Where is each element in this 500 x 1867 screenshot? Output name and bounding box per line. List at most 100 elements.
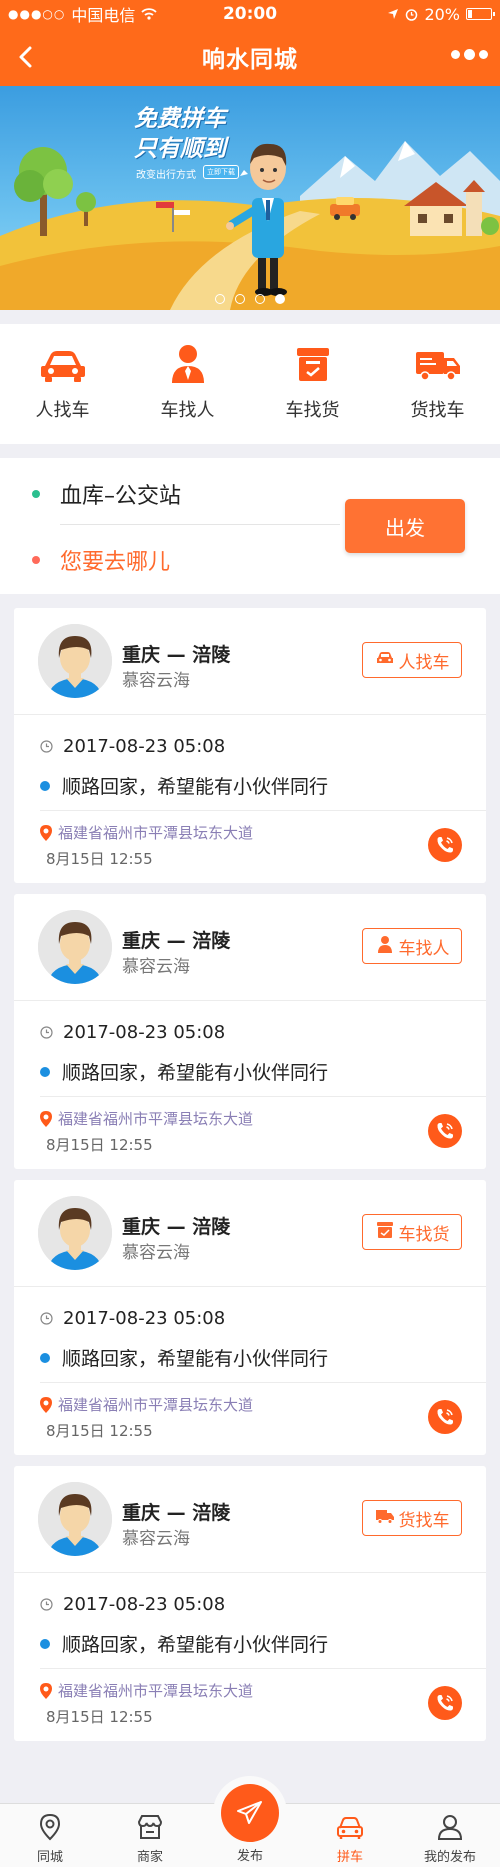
poster-name: 慕容云海 — [122, 671, 190, 691]
origin-field[interactable]: 血库–公交站 — [32, 478, 181, 510]
alarm-icon — [406, 8, 418, 21]
divider — [40, 810, 486, 811]
datetime-value: 2017-08-23 05:08 — [63, 736, 226, 757]
call-button[interactable] — [428, 1400, 462, 1434]
nav-bar: 响水同城 — [0, 28, 500, 86]
truck-icon — [415, 352, 460, 381]
car-icon — [40, 351, 85, 382]
divider — [14, 1286, 486, 1287]
message-dot — [40, 1638, 50, 1649]
post-message: 顺路回家，希望能有小伙伴同行 — [40, 1058, 328, 1085]
post-type-tag[interactable]: 车找人 — [362, 928, 462, 964]
category-passenger-find-car[interactable]: 人找车 — [0, 324, 125, 444]
origin-value: 血库–公交站 — [60, 484, 182, 509]
signal-strength-icon: ●●●○○ — [8, 7, 66, 21]
post-address: 福建省福州市平潭县坛东大道 — [40, 822, 253, 843]
divider — [40, 1096, 486, 1097]
banner-download-tag[interactable]: 立即下载 — [203, 165, 239, 179]
clock-icon — [40, 740, 53, 753]
address-text: 福建省福州市平潭县坛东大道 — [58, 824, 254, 842]
person-icon — [171, 345, 204, 383]
depart-button[interactable]: 出发 — [345, 499, 465, 553]
trip-route: 重庆 — 涪陵 — [122, 1502, 231, 1524]
call-button[interactable] — [428, 1114, 462, 1148]
banner-subline: 改变出行方式 — [136, 170, 196, 181]
trip-route: 重庆 — 涪陵 — [122, 644, 231, 666]
post-address: 福建省福州市平潭县坛东大道 — [40, 1394, 253, 1415]
carousel-dot[interactable] — [255, 294, 265, 304]
post-address: 福建省福州市平潭县坛东大道 — [40, 1680, 253, 1701]
category-label: 货找车 — [410, 400, 465, 421]
publish-label: 发布 — [236, 1849, 263, 1864]
divider — [14, 714, 486, 715]
call-button[interactable] — [428, 1686, 462, 1720]
divider — [40, 1382, 486, 1383]
departure-datetime: 2017-08-23 05:08 — [40, 736, 225, 757]
avatar — [38, 910, 112, 984]
location-pin-icon — [40, 824, 52, 841]
route-panel: 血库–公交站 您要去哪儿 出发 — [0, 458, 500, 594]
post-type-tag[interactable]: 车找货 — [362, 1214, 462, 1250]
datetime-value: 2017-08-23 05:08 — [63, 1022, 226, 1043]
address-text: 福建省福州市平潭县坛东大道 — [58, 1682, 254, 1700]
carousel-dot[interactable] — [215, 294, 225, 304]
post-card[interactable]: 重庆 — 涪陵 慕容云海 车找货 2017-08-23 05:08 顺路回家，希… — [14, 1180, 486, 1455]
carrier-label: 中国电信 — [71, 6, 136, 25]
post-type-tag[interactable]: 货找车 — [362, 1500, 462, 1536]
divider — [14, 1000, 486, 1001]
category-car-find-cargo[interactable]: 车找货 — [250, 324, 375, 444]
post-card[interactable]: 重庆 — 涪陵 慕容云海 人找车 2017-08-23 05:08 顺路回家，希… — [14, 608, 486, 883]
category-label: 人找车 — [35, 400, 90, 421]
back-arrow-icon[interactable] — [12, 42, 42, 72]
paper-plane-icon — [237, 1801, 262, 1824]
category-car-find-passenger[interactable]: 车找人 — [125, 324, 250, 444]
message-dot — [40, 1352, 50, 1363]
message-text: 顺路回家，希望能有小伙伴同行 — [62, 1348, 329, 1370]
location-pin-icon — [40, 1682, 52, 1699]
poster-name: 慕容云海 — [122, 1529, 190, 1549]
post-type-label: 货找车 — [398, 1510, 450, 1531]
call-button[interactable] — [428, 828, 462, 862]
category-grid: 人找车 车找人 车找货 货找车 — [0, 324, 500, 444]
clock-icon — [40, 1026, 53, 1039]
post-time: 8月15日 12:55 — [46, 850, 153, 868]
avatar — [38, 1196, 112, 1270]
cargo-box-icon — [296, 348, 329, 381]
carousel-indicator[interactable] — [0, 294, 500, 304]
category-cargo-find-car[interactable]: 货找车 — [375, 324, 500, 444]
post-time: 8月15日 12:55 — [46, 1136, 153, 1154]
more-options-icon[interactable] — [451, 49, 488, 60]
post-address: 福建省福州市平潭县坛东大道 — [40, 1108, 253, 1129]
post-type-label: 车找货 — [398, 1224, 450, 1245]
page-title: 响水同城 — [202, 47, 298, 73]
carousel-dot[interactable] — [235, 294, 245, 304]
carousel-dot[interactable] — [275, 294, 285, 304]
destination-placeholder: 您要去哪儿 — [60, 550, 171, 575]
message-dot — [40, 1066, 50, 1077]
departure-datetime: 2017-08-23 05:08 — [40, 1308, 225, 1329]
phone-icon — [437, 1409, 453, 1425]
post-type-tag[interactable]: 人找车 — [362, 642, 462, 678]
destination-field[interactable]: 您要去哪儿 — [32, 544, 170, 576]
poster-name: 慕容云海 — [122, 957, 190, 977]
message-text: 顺路回家，希望能有小伙伴同行 — [62, 1634, 329, 1656]
avatar — [38, 1482, 112, 1556]
message-dot — [40, 780, 50, 791]
post-card[interactable]: 重庆 — 涪陵 慕容云海 车找人 2017-08-23 05:08 顺路回家，希… — [14, 894, 486, 1169]
origin-dot — [32, 490, 40, 498]
cargo-box-icon — [376, 1221, 393, 1238]
banner-illustration — [0, 141, 500, 310]
departure-datetime: 2017-08-23 05:08 — [40, 1594, 225, 1615]
location-pin-icon — [40, 1396, 52, 1413]
message-text: 顺路回家，希望能有小伙伴同行 — [62, 1062, 329, 1084]
address-text: 福建省福州市平潭县坛东大道 — [58, 1396, 254, 1414]
car-icon — [337, 1817, 363, 1839]
publish-button[interactable] — [221, 1784, 279, 1842]
post-time: 8月15日 12:55 — [46, 1708, 153, 1726]
post-card[interactable]: 重庆 — 涪陵 慕容云海 货找车 2017-08-23 05:08 顺路回家，希… — [14, 1466, 486, 1741]
category-label: 车找货 — [285, 400, 340, 421]
address-text: 福建省福州市平潭县坛东大道 — [58, 1110, 254, 1128]
promo-banner[interactable]: 免费拼车 只有顺到 改变出行方式 立即下载 — [0, 86, 500, 310]
trip-route: 重庆 — 涪陵 — [122, 1216, 231, 1238]
battery-icon — [466, 8, 495, 20]
